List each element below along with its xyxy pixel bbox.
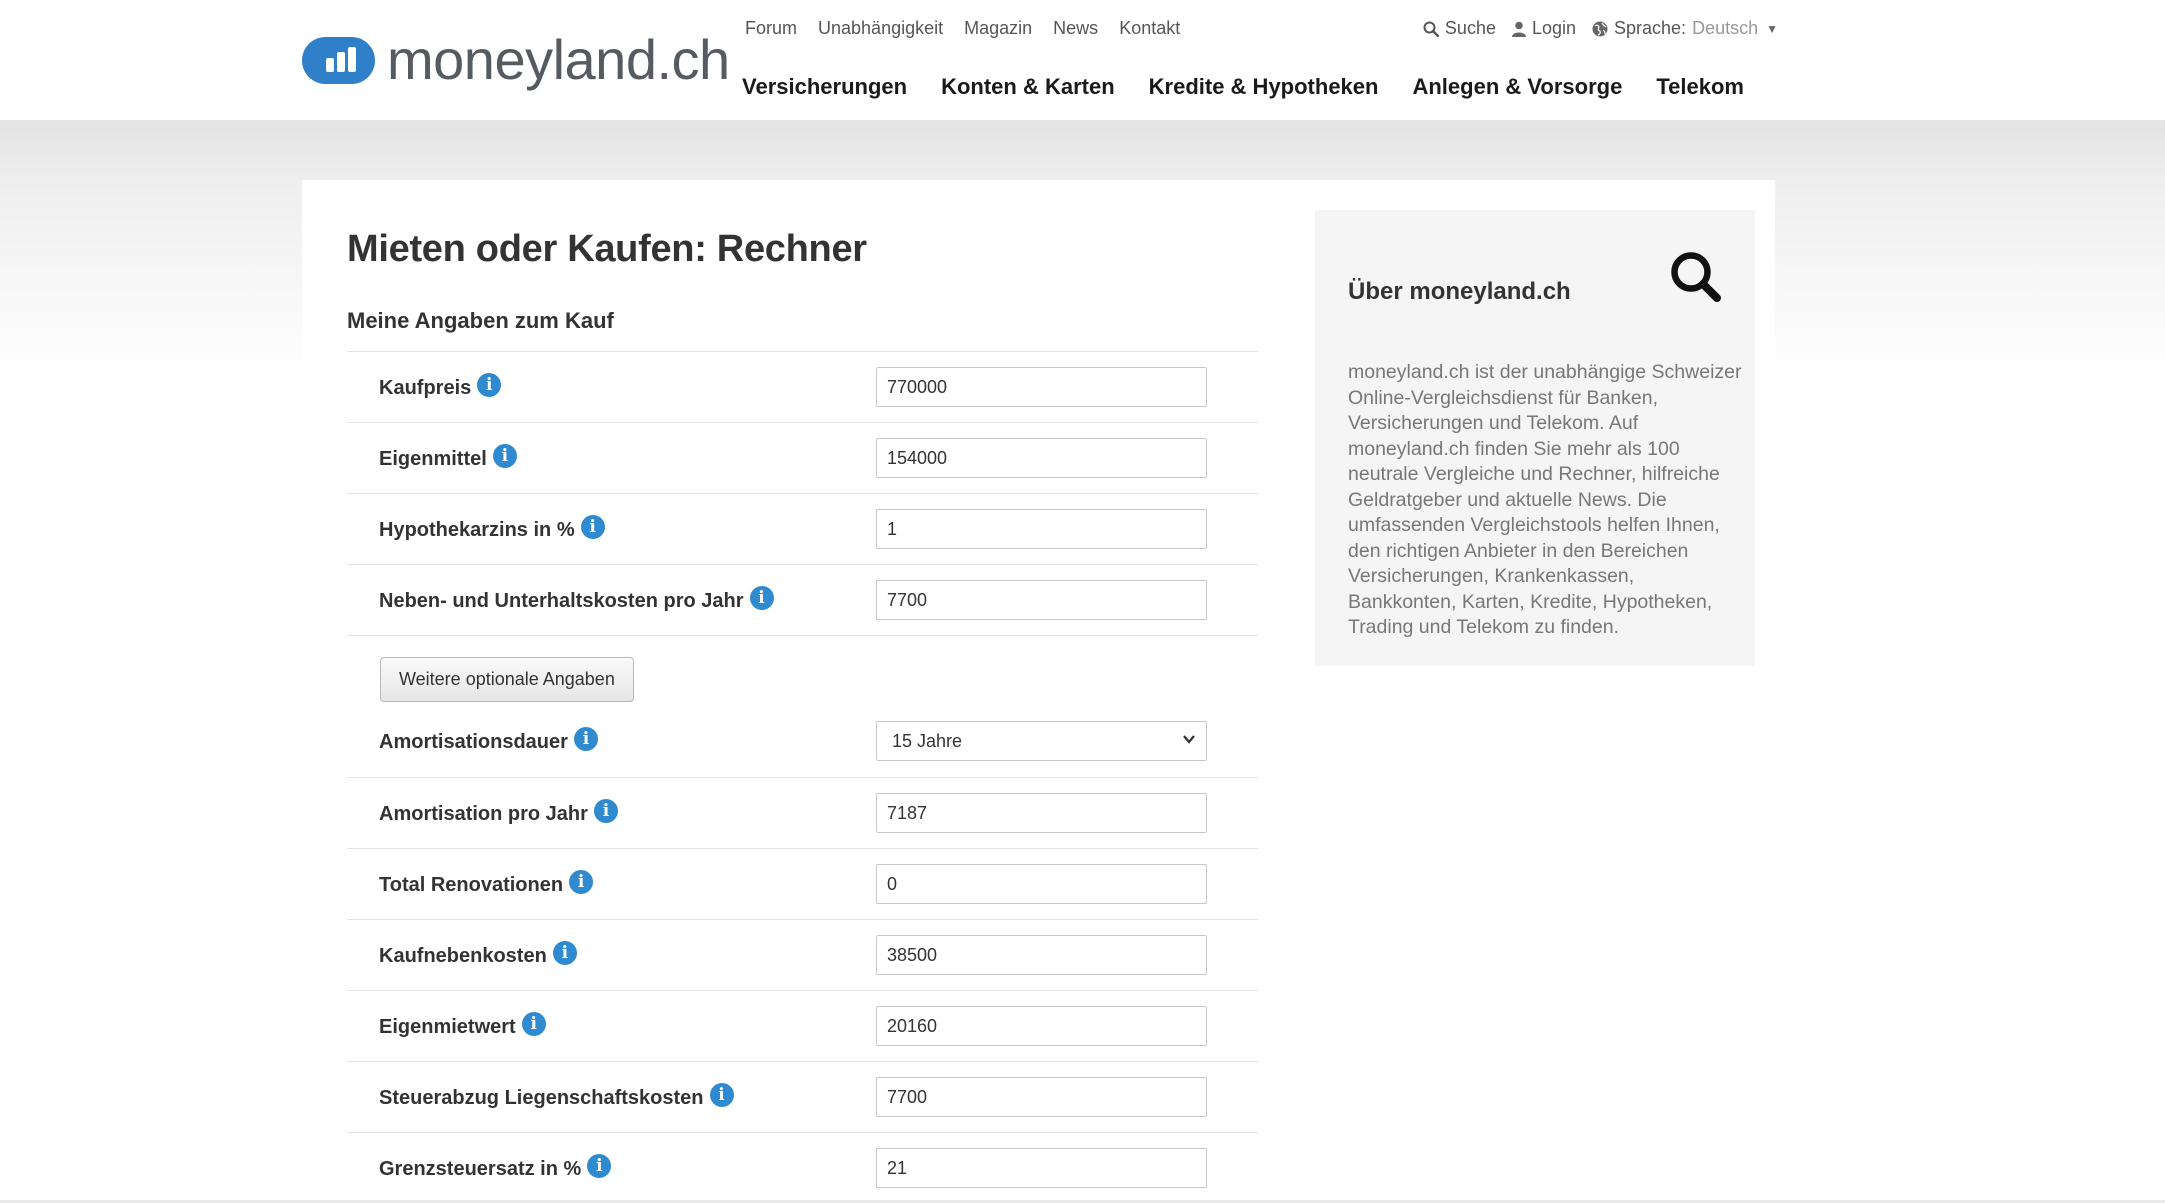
info-icon[interactable]: i — [573, 727, 598, 751]
amortisationsdauer-select[interactable]: 15 Jahre — [876, 721, 1207, 761]
form-row-amortisationsdauer: Amortisationsdauer i 15 Jahre — [347, 706, 1258, 777]
main-nav-telekom[interactable]: Telekom — [1656, 74, 1744, 100]
meta-nav-magazin[interactable]: Magazin — [964, 18, 1032, 39]
search-icon — [1423, 21, 1439, 37]
language-selector[interactable]: Sprache: Deutsch ▼ — [1592, 18, 1778, 39]
steuerabzug-label: Steuerabzug Liegenschaftskosten — [379, 1086, 704, 1109]
meta-nav-news[interactable]: News — [1053, 18, 1098, 39]
about-title: Über moneyland.ch — [1348, 278, 1571, 305]
main-nav-kredite-hypotheken[interactable]: Kredite & Hypotheken — [1149, 74, 1379, 100]
site-logo[interactable]: moneyland.ch — [302, 30, 730, 90]
amortisation-jahr-label: Amortisation pro Jahr — [379, 802, 588, 825]
user-icon — [1511, 21, 1526, 37]
nebenkosten-input[interactable] — [876, 580, 1207, 620]
form-row-amortisation-jahr: Amortisation pro Jahr i — [347, 777, 1258, 848]
meta-nav-unabhaengigkeit[interactable]: Unabhängigkeit — [818, 18, 943, 39]
info-icon[interactable]: i — [593, 799, 618, 823]
info-icon[interactable]: i — [709, 1083, 734, 1107]
info-icon[interactable]: i — [587, 1154, 612, 1178]
main-navigation: Versicherungen Konten & Karten Kredite &… — [742, 74, 1744, 100]
main-nav-versicherungen[interactable]: Versicherungen — [742, 74, 907, 100]
page-title: Mieten oder Kaufen: Rechner — [347, 228, 867, 270]
renovationen-input[interactable] — [876, 864, 1207, 904]
eigenmietwert-input[interactable] — [876, 1006, 1207, 1046]
form-row-renovationen: Total Renovationen i — [347, 848, 1258, 919]
kaufpreis-label: Kaufpreis — [379, 376, 472, 399]
form-row-kaufnebenkosten: Kaufnebenkosten i — [347, 919, 1258, 990]
language-label: Sprache: — [1614, 18, 1687, 38]
info-icon[interactable]: i — [552, 941, 577, 965]
form-row-eigenmietwert: Eigenmietwert i — [347, 990, 1258, 1061]
sidebar: Über moneyland.ch moneyland.ch ist der u… — [1295, 180, 1775, 1200]
form-row-steuerabzug: Steuerabzug Liegenschaftskosten i — [347, 1061, 1258, 1132]
nebenkosten-label: Neben- und Unterhaltskosten pro Jahr — [379, 589, 744, 612]
grenzsteuersatz-label: Grenzsteuersatz in % — [379, 1157, 582, 1180]
calculator-panel: Mieten oder Kaufen: Rechner Meine Angabe… — [302, 180, 1295, 1200]
utility-nav: Suche Login Sprache: Deutsch ▼ — [1423, 18, 1778, 39]
section-title: Meine Angaben zum Kauf — [347, 308, 614, 333]
amortisationsdauer-label: Amortisationsdauer — [379, 730, 568, 753]
info-icon[interactable]: i — [492, 444, 517, 468]
renovationen-label: Total Renovationen — [379, 873, 564, 896]
kaufnebenkosten-input[interactable] — [876, 935, 1207, 975]
form-row-nebenkosten: Neben- und Unterhaltskosten pro Jahr i — [347, 564, 1258, 635]
main-nav-anlegen-vorsorge[interactable]: Anlegen & Vorsorge — [1412, 74, 1622, 100]
login-link[interactable]: Login — [1511, 18, 1577, 39]
optional-fields-button[interactable]: Weitere optionale Angaben — [380, 657, 634, 702]
meta-nav-kontakt[interactable]: Kontakt — [1119, 18, 1180, 39]
about-text: moneyland.ch ist der unabhängige Schweiz… — [1348, 361, 1742, 638]
eigenmietwert-label: Eigenmietwert — [379, 1015, 516, 1038]
info-icon[interactable]: i — [580, 515, 605, 539]
grenzsteuersatz-input[interactable] — [876, 1148, 1207, 1188]
about-box: Über moneyland.ch moneyland.ch ist der u… — [1315, 210, 1755, 666]
kaufpreis-input[interactable] — [876, 367, 1207, 407]
kaufnebenkosten-label: Kaufnebenkosten — [379, 944, 547, 967]
eigenmittel-input[interactable] — [876, 438, 1207, 478]
form-row-kaufpreis: Kaufpreis i — [347, 351, 1258, 422]
hypothekarzins-input[interactable] — [876, 509, 1207, 549]
meta-navigation: Forum Unabhängigkeit Magazin News Kontak… — [745, 18, 1180, 39]
eigenmittel-label: Eigenmittel — [379, 447, 487, 470]
info-icon[interactable]: i — [477, 373, 502, 397]
hypothekarzins-label: Hypothekarzins in % — [379, 518, 575, 541]
info-icon[interactable]: i — [521, 1012, 546, 1036]
form-row-grenzsteuersatz: Grenzsteuersatz in % i — [347, 1132, 1258, 1203]
caret-down-icon: ▼ — [1766, 21, 1778, 36]
logo-text: moneyland.ch — [387, 28, 730, 91]
info-icon[interactable]: i — [749, 586, 774, 610]
form-row-hypothekarzins: Hypothekarzins in % i — [347, 493, 1258, 564]
logo-chart-icon — [302, 36, 375, 84]
search-label: Suche — [1444, 18, 1496, 38]
info-icon[interactable]: i — [569, 870, 594, 894]
search-icon[interactable] — [1669, 250, 1723, 304]
globe-icon — [1592, 21, 1608, 36]
form-row-eigenmittel: Eigenmittel i — [347, 422, 1258, 493]
steuerabzug-input[interactable] — [876, 1077, 1207, 1117]
amortisation-jahr-input[interactable] — [876, 793, 1207, 833]
optional-button-row: Weitere optionale Angaben — [347, 635, 1258, 706]
main-nav-konten-karten[interactable]: Konten & Karten — [941, 74, 1115, 100]
language-value: Deutsch — [1692, 18, 1759, 38]
meta-nav-forum[interactable]: Forum — [745, 18, 797, 39]
search-link[interactable]: Suche — [1423, 18, 1496, 39]
login-label: Login — [1531, 18, 1577, 38]
